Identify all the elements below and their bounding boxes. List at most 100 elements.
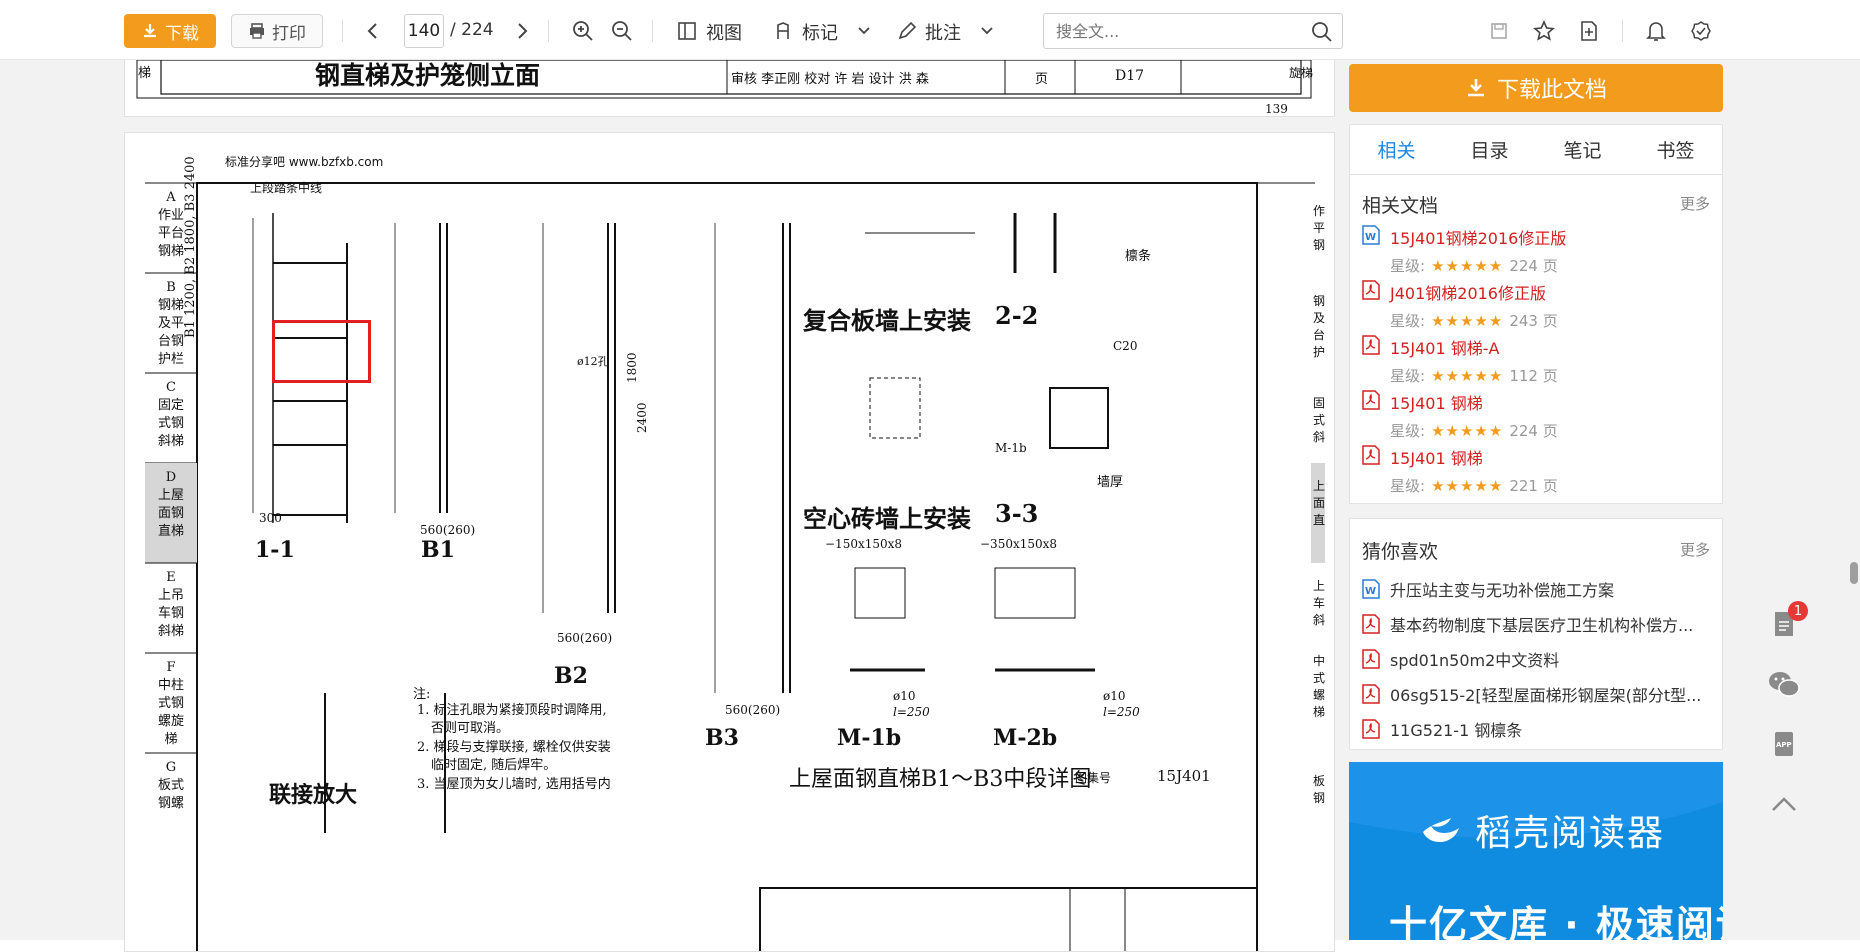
right-index-d: 上面直: [1313, 479, 1326, 527]
notification-badge: 1: [1788, 601, 1808, 621]
word-file-icon: W: [1362, 579, 1380, 599]
related-doc-item[interactable]: 15J401 钢梯-A 星级: ★★★★★ 112 页: [1350, 329, 1722, 385]
index-letter: C: [166, 380, 176, 395]
download-document-label: 下载此文档: [1496, 78, 1607, 103]
toolbar-divider: [1622, 20, 1623, 42]
sidebar-tabs: 相关 目录 笔记 书签: [1350, 125, 1722, 175]
viewer-margin: [0, 60, 124, 940]
zoom-out-icon[interactable]: [609, 18, 635, 44]
scrollbar-thumb[interactable]: [1850, 562, 1858, 584]
guess-header: 猜你喜欢 更多: [1350, 519, 1722, 571]
svg-text:APP: APP: [1776, 741, 1792, 749]
save-icon[interactable]: [1486, 18, 1512, 44]
index-e: E 上吊 车钢 斜梯: [151, 569, 191, 641]
related-doc-item[interactable]: 15J401 钢梯 星级: ★★★★★ 224 页: [1350, 384, 1722, 440]
back-to-top-icon[interactable]: [1767, 787, 1801, 821]
related-doc-item[interactable]: 15J401 钢梯 星级: ★★★★★ 221 页: [1350, 439, 1722, 495]
phi10-label-2: ø10: [1103, 689, 1126, 703]
search-box[interactable]: [1043, 13, 1343, 49]
previous-page-frame: [136, 60, 1312, 99]
related-doc-item[interactable]: W 15J401钢梯2016修正版 星级: ★★★★★ 224 页: [1350, 219, 1722, 275]
section-1-1-label: 1-1: [255, 537, 295, 563]
guess-doc-title[interactable]: spd01n50m2中文资料: [1390, 647, 1559, 671]
print-button[interactable]: 打印: [231, 14, 323, 48]
connection-detail-label: 联接放大: [269, 782, 358, 808]
star-icon[interactable]: [1531, 18, 1557, 44]
download-label: 下载: [165, 23, 199, 44]
dim-560: 560(260): [420, 523, 476, 537]
page-count: 224 页: [1509, 257, 1558, 275]
add-file-icon[interactable]: [1576, 18, 1602, 44]
rating-stars: ★★★★★: [1431, 256, 1504, 275]
m1b-small-label: M-1b: [995, 441, 1027, 455]
rating-stars: ★★★★★: [1431, 366, 1504, 385]
tab-notes[interactable]: 笔记: [1536, 125, 1629, 174]
related-doc-title[interactable]: 15J401 钢梯-A: [1390, 329, 1710, 359]
docer-logo-icon: [1423, 818, 1459, 843]
related-doc-title[interactable]: J401钢梯2016修正版: [1390, 274, 1710, 304]
dim-560-b2: 560(260): [557, 631, 613, 645]
dim-1800: 1800: [625, 352, 639, 383]
related-doc-item[interactable]: J401钢梯2016修正版 星级: ★★★★★ 243 页: [1350, 274, 1722, 330]
guess-doc-item[interactable]: 11G521-1 钢檩条: [1350, 711, 1722, 746]
tab-bookmarks[interactable]: 书签: [1629, 125, 1722, 174]
search-icon[interactable]: [1310, 20, 1334, 44]
related-doc-title[interactable]: 15J401钢梯2016修正版: [1390, 219, 1710, 249]
related-doc-title[interactable]: 15J401 钢梯: [1390, 439, 1710, 469]
previous-page-strip: 梯 钢直梯及护笼侧立面 审核 李正刚 校对 许 岩 设计 洪 森 页 D17 旋…: [124, 60, 1335, 117]
annotate-label[interactable]: 批注: [925, 19, 961, 45]
page-count: 112 页: [1509, 367, 1558, 385]
tab-contents[interactable]: 目录: [1443, 125, 1536, 174]
pdf-file-icon: [1362, 280, 1380, 300]
guess-doc-title[interactable]: 基本药物制度下基层医疗卫生机构补偿方...: [1390, 612, 1693, 636]
page-number-input[interactable]: 140: [404, 14, 444, 48]
chevron-down-icon[interactable]: [974, 18, 1000, 44]
watermark-text: 标准分享吧 www.bzfxb.com: [225, 155, 384, 169]
wechat-icon[interactable]: [1767, 667, 1801, 701]
pdf-file-icon: [1362, 649, 1380, 669]
annotate-icon[interactable]: [894, 18, 920, 44]
guess-doc-item[interactable]: W 升压站主变与无功补偿施工方案: [1350, 571, 1722, 606]
tab-related[interactable]: 相关: [1350, 125, 1443, 174]
next-page-icon[interactable]: [509, 18, 535, 44]
related-doc-title[interactable]: 15J401 钢梯: [1390, 384, 1710, 414]
mark-icon[interactable]: [770, 18, 796, 44]
mark-label[interactable]: 标记: [802, 19, 838, 45]
guess-title: 猜你喜欢: [1362, 541, 1439, 563]
search-input[interactable]: [1044, 14, 1294, 48]
guess-doc-title[interactable]: 06sg515-2[轻型屋面梯形钢屋架(部分t型...: [1390, 682, 1701, 706]
index-text: 上吊 车钢 斜梯: [157, 588, 184, 639]
ad-logo: 稻壳阅读器: [1419, 804, 1665, 856]
view-icon[interactable]: [674, 18, 700, 44]
related-more-link[interactable]: 更多: [1680, 193, 1710, 214]
rating-label: 星级:: [1390, 367, 1426, 385]
m1b-label: M-1b: [837, 725, 902, 751]
download-icon: [144, 24, 156, 38]
toolbar-divider: [342, 20, 343, 42]
guess-more-link[interactable]: 更多: [1680, 539, 1710, 560]
prev-page-icon[interactable]: [360, 18, 386, 44]
m2b-label: M-2b: [993, 725, 1058, 751]
guess-doc-item[interactable]: spd01n50m2中文资料: [1350, 641, 1722, 676]
check-badge-icon[interactable]: [1688, 18, 1714, 44]
chevron-down-icon[interactable]: [851, 18, 877, 44]
index-text: 上屋 面钢 直梯: [157, 488, 184, 539]
bell-icon[interactable]: [1643, 18, 1669, 44]
zoom-in-icon[interactable]: [570, 18, 596, 44]
guess-doc-item[interactable]: 06sg515-2[轻型屋面梯形钢屋架(部分t型...: [1350, 676, 1722, 711]
right-index-f: 中式螺梯: [1313, 654, 1326, 719]
guess-doc-title[interactable]: 11G521-1 钢檩条: [1390, 717, 1522, 741]
app-icon[interactable]: APP: [1767, 727, 1801, 761]
atlas-code: 15J401: [1157, 767, 1211, 785]
guess-doc-title[interactable]: 升压站主变与无功补偿施工方案: [1390, 577, 1614, 601]
hole-label: ø12孔: [577, 355, 609, 368]
guess-doc-item[interactable]: 基本药物制度下基层医疗卫生机构补偿方...: [1350, 606, 1722, 641]
dim-300: 300: [259, 511, 282, 525]
view-label[interactable]: 视图: [706, 19, 742, 45]
reader-ad-banner[interactable]: 稻壳阅读器 十亿文库 · 极速阅读: [1349, 762, 1723, 940]
page-count: 224 页: [1509, 422, 1558, 440]
download-document-button[interactable]: 下载此文档: [1349, 64, 1723, 112]
atlas-label: 图集号: [1075, 771, 1112, 785]
pdf-file-icon: [1362, 335, 1380, 355]
download-button[interactable]: 下载: [124, 14, 216, 48]
